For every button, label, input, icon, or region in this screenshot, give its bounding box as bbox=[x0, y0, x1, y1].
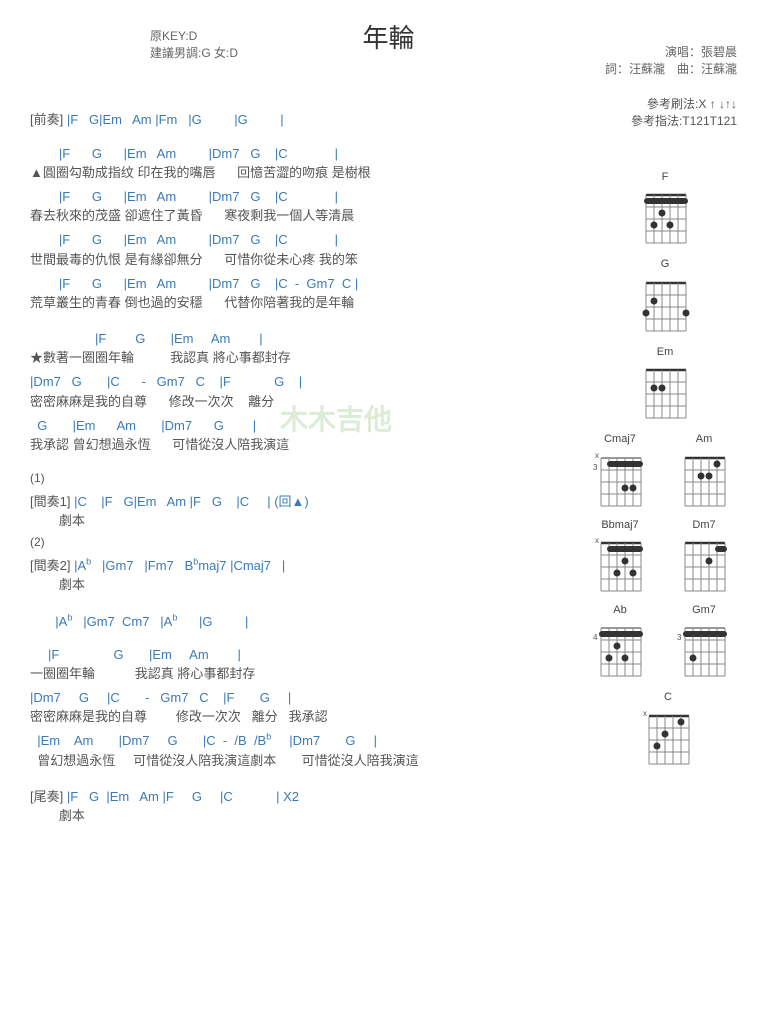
singer: 演唱：張碧晨 bbox=[605, 44, 737, 61]
mark-2: (2) bbox=[30, 534, 580, 551]
inter1-label: [間奏1] bbox=[30, 494, 70, 509]
inter2-lyric: 劇本 bbox=[30, 576, 580, 594]
outro-row: [尾奏] |F G |Em Am |F G |C | X2 bbox=[30, 788, 580, 806]
chord-diagram-g: G bbox=[585, 257, 745, 334]
chord-line: |Dm7 G |C - Gm7 C |F G | bbox=[30, 373, 580, 391]
lyric-line: 世間最毒的仇恨 是有緣卻無分 可惜你從未心疼 我的笨 bbox=[30, 251, 580, 269]
chord-line: |F G |Em Am | bbox=[30, 330, 580, 348]
chord-diagram-dm7: Dm7 bbox=[669, 518, 739, 595]
svg-text:3: 3 bbox=[677, 633, 682, 642]
chord-line: |F G |Em Am |Dm7 G |C - Gm7 C | bbox=[30, 275, 580, 293]
chord-line: |Dm7 G |C - Gm7 C |F G | bbox=[30, 689, 580, 707]
lyric-line: 荒草叢生的青春 倒也過的安穩 代替你陪著我的是年輪 bbox=[30, 294, 580, 312]
intro-chords: |F G|Em Am |Fm |G |G | bbox=[67, 112, 284, 127]
original-key: 原KEY:D bbox=[150, 28, 238, 45]
meta-right: 演唱：張碧晨 詞：汪蘇瀧 曲：汪蘇瀧 bbox=[605, 44, 737, 78]
lyric-line: ★數著一圈圈年輪 我認真 將心事都封存 bbox=[30, 349, 580, 367]
content: [前奏] |F G|Em Am |Fm |G |G | |F G |Em Am … bbox=[30, 111, 580, 825]
final-section: |F G |Em Am |一圈圈年輪 我認真 將心事都封存 |Dm7 G |C -… bbox=[30, 646, 580, 770]
intro-row: [前奏] |F G|Em Am |Fm |G |G | bbox=[30, 111, 580, 129]
lyric-line: 曾幻想過永恆 可惜從沒人陪我演這劇本 可惜從沒人陪我演這 bbox=[30, 752, 580, 770]
lyric-line: 我承認 曾幻想過永恆 可惜從沒人陪我演這 bbox=[30, 436, 580, 454]
svg-text:x: x bbox=[595, 536, 599, 545]
mark-1: (1) bbox=[30, 470, 580, 487]
inter2-row1: [間奏2] |Ab |Gm7 |Fm7 Bbmaj7 |Cmaj7 | bbox=[30, 557, 580, 575]
lyric-line: 密密麻麻是我的自尊 修改一次次 離分 我承認 bbox=[30, 708, 580, 726]
outro-lyric: 劇本 bbox=[30, 807, 580, 825]
chord-diagram-bbmaj7: Bbmaj7 x bbox=[585, 518, 655, 595]
chord-diagram-ab: Ab 4 bbox=[585, 603, 655, 680]
suggested-key: 建議男調:G 女:D bbox=[150, 45, 238, 62]
svg-text:x: x bbox=[643, 709, 647, 718]
outro-label: [尾奏] bbox=[30, 789, 63, 804]
inter2-chords1: |Ab |Gm7 |Fm7 Bbmaj7 |Cmaj7 | bbox=[74, 558, 285, 573]
inter1-row: [間奏1] |C |F G|Em Am |F G |C | (回▲) bbox=[30, 493, 580, 511]
meta-left: 原KEY:D 建議男調:G 女:D bbox=[150, 28, 238, 62]
chorus: |F G |Em Am |★數著一圈圈年輪 我認真 將心事都封存 |Dm7 G |… bbox=[30, 330, 580, 454]
chord-diagram-em: Em bbox=[585, 345, 745, 422]
strum-pattern: 參考刷法:X ↑ ↓↑↓ bbox=[631, 96, 737, 113]
reference-patterns: 參考刷法:X ↑ ↓↑↓ 參考指法:T121T121 bbox=[631, 96, 737, 130]
chord-diagrams: F G bbox=[585, 170, 745, 768]
chord-line: |F G |Em Am |Dm7 G |C | bbox=[30, 231, 580, 249]
chord-diagram-f: F bbox=[585, 170, 745, 247]
svg-text:3: 3 bbox=[593, 463, 598, 472]
chord-line: |F G |Em Am |Dm7 G |C | bbox=[30, 145, 580, 163]
lyric-line: 密密麻麻是我的自尊 修改一次次 離分 bbox=[30, 393, 580, 411]
inter1-lyric: 劇本 bbox=[30, 512, 580, 530]
svg-text:4: 4 bbox=[593, 633, 598, 642]
inter2-label: [間奏2] bbox=[30, 558, 70, 573]
chord-line: |F G |Em Am |Dm7 G |C | bbox=[30, 188, 580, 206]
chord-diagram-gm7: Gm7 3 bbox=[669, 603, 739, 680]
chord-line: |Em Am |Dm7 G |C - /B /Bb |Dm7 G | bbox=[30, 732, 580, 750]
inter1-chords: |C |F G|Em Am |F G |C | (回▲) bbox=[74, 494, 309, 509]
lyric-line: ▲圓圈勾勒成指纹 印在我的嘴唇 回憶苦澀的吻痕 是樹根 bbox=[30, 164, 580, 182]
chord-line: G |Em Am |Dm7 G | bbox=[30, 417, 580, 435]
chord-diagram-c: C x bbox=[591, 690, 745, 767]
lyric-line: 春去秋來的茂盛 卻遮住了黃昏 寒夜剩我一個人等清晨 bbox=[30, 207, 580, 225]
credits: 詞：汪蘇瀧 曲：汪蘇瀧 bbox=[605, 61, 737, 78]
inter2-row2: |Ab |Gm7 Cm7 |Ab |G | bbox=[30, 613, 580, 631]
outro-chords: |F G |Em Am |F G |C | X2 bbox=[67, 789, 299, 804]
chord-line: |F G |Em Am | bbox=[30, 646, 580, 664]
pick-pattern: 參考指法:T121T121 bbox=[631, 113, 737, 130]
inter2-chords2: |Ab |Gm7 Cm7 |Ab |G | bbox=[55, 614, 248, 629]
svg-text:x: x bbox=[595, 451, 599, 460]
lyric-line: 一圈圈年輪 我認真 將心事都封存 bbox=[30, 665, 580, 683]
chord-sheet: 原KEY:D 建議男調:G 女:D 年輪 演唱：張碧晨 詞：汪蘇瀧 曲：汪蘇瀧 … bbox=[0, 0, 767, 849]
chord-diagram-am: Am bbox=[669, 432, 739, 509]
intro-label: [前奏] bbox=[30, 112, 63, 127]
chord-diagram-cmaj7: Cmaj7 x3 bbox=[585, 432, 655, 509]
verse: |F G |Em Am |Dm7 G |C |▲圓圈勾勒成指纹 印在我的嘴唇 回… bbox=[30, 145, 580, 313]
